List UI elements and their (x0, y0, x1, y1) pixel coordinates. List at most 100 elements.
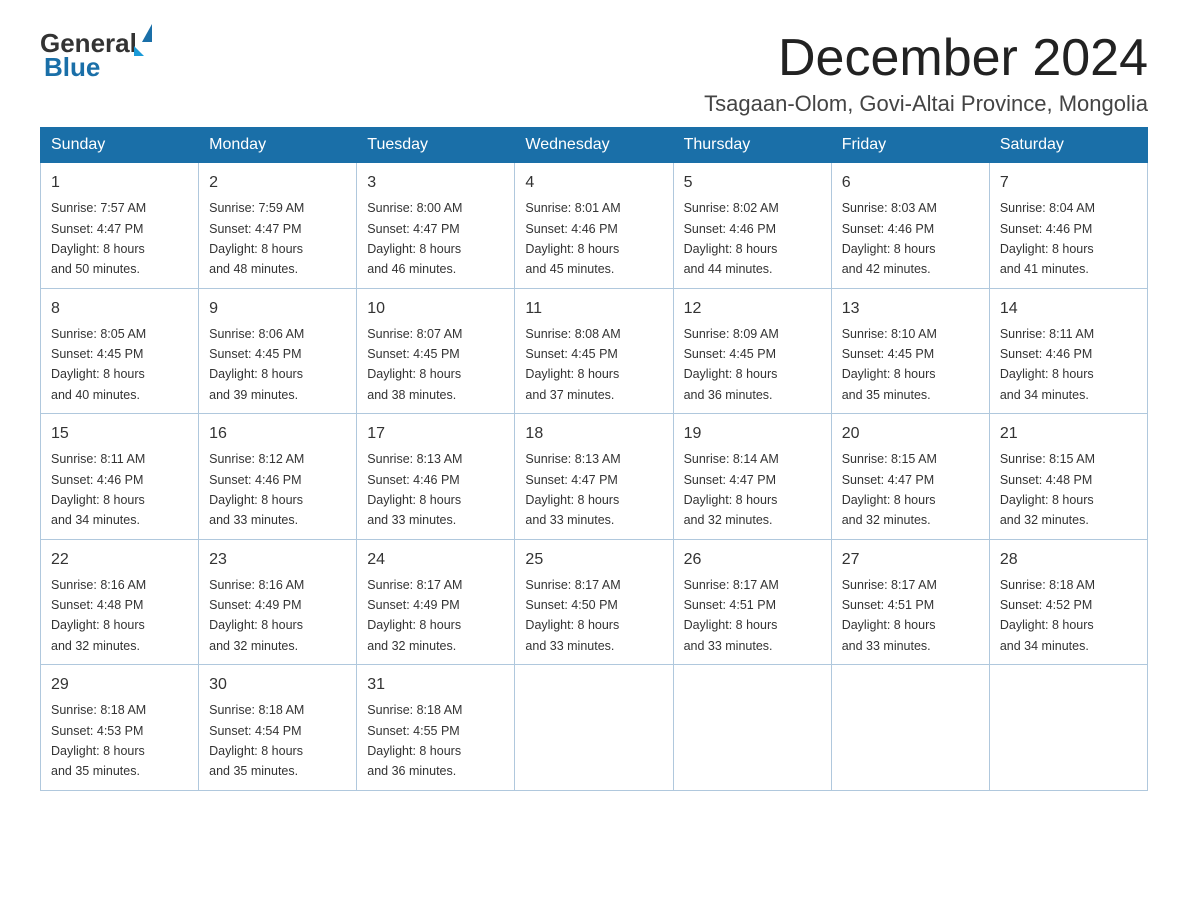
day-info: Sunrise: 8:17 AMSunset: 4:50 PMDaylight:… (525, 578, 620, 653)
day-number: 10 (367, 297, 504, 321)
calendar-cell: 20 Sunrise: 8:15 AMSunset: 4:47 PMDaylig… (831, 414, 989, 540)
day-number: 14 (1000, 297, 1137, 321)
day-number: 5 (684, 171, 821, 195)
day-info: Sunrise: 8:10 AMSunset: 4:45 PMDaylight:… (842, 327, 937, 402)
col-tuesday: Tuesday (357, 128, 515, 163)
col-thursday: Thursday (673, 128, 831, 163)
day-number: 18 (525, 422, 662, 446)
day-number: 17 (367, 422, 504, 446)
calendar-cell: 12 Sunrise: 8:09 AMSunset: 4:45 PMDaylig… (673, 288, 831, 414)
day-info: Sunrise: 8:16 AMSunset: 4:49 PMDaylight:… (209, 578, 304, 653)
day-info: Sunrise: 8:11 AMSunset: 4:46 PMDaylight:… (51, 452, 145, 527)
day-number: 4 (525, 171, 662, 195)
calendar-cell: 17 Sunrise: 8:13 AMSunset: 4:46 PMDaylig… (357, 414, 515, 540)
day-info: Sunrise: 8:09 AMSunset: 4:45 PMDaylight:… (684, 327, 779, 402)
calendar-cell: 21 Sunrise: 8:15 AMSunset: 4:48 PMDaylig… (989, 414, 1147, 540)
col-wednesday: Wednesday (515, 128, 673, 163)
day-number: 27 (842, 548, 979, 572)
day-number: 11 (525, 297, 662, 321)
day-info: Sunrise: 8:15 AMSunset: 4:47 PMDaylight:… (842, 452, 937, 527)
day-info: Sunrise: 7:59 AMSunset: 4:47 PMDaylight:… (209, 201, 304, 276)
day-number: 20 (842, 422, 979, 446)
logo-blue-text: Blue (44, 52, 100, 83)
calendar-cell (515, 665, 673, 791)
calendar-week-4: 22 Sunrise: 8:16 AMSunset: 4:48 PMDaylig… (41, 539, 1148, 665)
day-info: Sunrise: 8:18 AMSunset: 4:52 PMDaylight:… (1000, 578, 1095, 653)
day-info: Sunrise: 8:08 AMSunset: 4:45 PMDaylight:… (525, 327, 620, 402)
calendar-cell: 19 Sunrise: 8:14 AMSunset: 4:47 PMDaylig… (673, 414, 831, 540)
calendar-cell: 5 Sunrise: 8:02 AMSunset: 4:46 PMDayligh… (673, 163, 831, 289)
col-monday: Monday (199, 128, 357, 163)
calendar-cell: 16 Sunrise: 8:12 AMSunset: 4:46 PMDaylig… (199, 414, 357, 540)
title-area: December 2024 Tsagaan-Olom, Govi-Altai P… (704, 30, 1148, 117)
day-number: 21 (1000, 422, 1137, 446)
calendar-cell: 10 Sunrise: 8:07 AMSunset: 4:45 PMDaylig… (357, 288, 515, 414)
day-info: Sunrise: 8:13 AMSunset: 4:47 PMDaylight:… (525, 452, 620, 527)
calendar-cell: 3 Sunrise: 8:00 AMSunset: 4:47 PMDayligh… (357, 163, 515, 289)
logo-icon (140, 28, 152, 56)
day-number: 8 (51, 297, 188, 321)
day-info: Sunrise: 8:00 AMSunset: 4:47 PMDaylight:… (367, 201, 462, 276)
calendar-cell: 4 Sunrise: 8:01 AMSunset: 4:46 PMDayligh… (515, 163, 673, 289)
calendar-cell: 7 Sunrise: 8:04 AMSunset: 4:46 PMDayligh… (989, 163, 1147, 289)
calendar-cell: 26 Sunrise: 8:17 AMSunset: 4:51 PMDaylig… (673, 539, 831, 665)
day-info: Sunrise: 8:18 AMSunset: 4:53 PMDaylight:… (51, 703, 146, 778)
calendar-cell: 18 Sunrise: 8:13 AMSunset: 4:47 PMDaylig… (515, 414, 673, 540)
calendar-cell: 9 Sunrise: 8:06 AMSunset: 4:45 PMDayligh… (199, 288, 357, 414)
day-number: 31 (367, 673, 504, 697)
day-info: Sunrise: 8:17 AMSunset: 4:49 PMDaylight:… (367, 578, 462, 653)
calendar-cell: 30 Sunrise: 8:18 AMSunset: 4:54 PMDaylig… (199, 665, 357, 791)
calendar-cell: 24 Sunrise: 8:17 AMSunset: 4:49 PMDaylig… (357, 539, 515, 665)
day-number: 24 (367, 548, 504, 572)
day-number: 9 (209, 297, 346, 321)
day-number: 23 (209, 548, 346, 572)
calendar-cell: 28 Sunrise: 8:18 AMSunset: 4:52 PMDaylig… (989, 539, 1147, 665)
location-title: Tsagaan-Olom, Govi-Altai Province, Mongo… (704, 91, 1148, 117)
calendar-week-5: 29 Sunrise: 8:18 AMSunset: 4:53 PMDaylig… (41, 665, 1148, 791)
calendar-cell: 15 Sunrise: 8:11 AMSunset: 4:46 PMDaylig… (41, 414, 199, 540)
calendar-cell: 2 Sunrise: 7:59 AMSunset: 4:47 PMDayligh… (199, 163, 357, 289)
day-info: Sunrise: 8:13 AMSunset: 4:46 PMDaylight:… (367, 452, 462, 527)
calendar-cell: 23 Sunrise: 8:16 AMSunset: 4:49 PMDaylig… (199, 539, 357, 665)
day-info: Sunrise: 8:17 AMSunset: 4:51 PMDaylight:… (842, 578, 937, 653)
day-number: 15 (51, 422, 188, 446)
day-info: Sunrise: 8:05 AMSunset: 4:45 PMDaylight:… (51, 327, 146, 402)
day-info: Sunrise: 7:57 AMSunset: 4:47 PMDaylight:… (51, 201, 146, 276)
day-info: Sunrise: 8:06 AMSunset: 4:45 PMDaylight:… (209, 327, 304, 402)
day-info: Sunrise: 8:01 AMSunset: 4:46 PMDaylight:… (525, 201, 620, 276)
day-number: 19 (684, 422, 821, 446)
calendar-cell: 11 Sunrise: 8:08 AMSunset: 4:45 PMDaylig… (515, 288, 673, 414)
day-number: 28 (1000, 548, 1137, 572)
day-number: 6 (842, 171, 979, 195)
day-info: Sunrise: 8:11 AMSunset: 4:46 PMDaylight:… (1000, 327, 1094, 402)
day-number: 25 (525, 548, 662, 572)
calendar-cell: 1 Sunrise: 7:57 AMSunset: 4:47 PMDayligh… (41, 163, 199, 289)
calendar-cell: 6 Sunrise: 8:03 AMSunset: 4:46 PMDayligh… (831, 163, 989, 289)
calendar-cell: 22 Sunrise: 8:16 AMSunset: 4:48 PMDaylig… (41, 539, 199, 665)
calendar-cell: 29 Sunrise: 8:18 AMSunset: 4:53 PMDaylig… (41, 665, 199, 791)
day-number: 2 (209, 171, 346, 195)
calendar-week-1: 1 Sunrise: 7:57 AMSunset: 4:47 PMDayligh… (41, 163, 1148, 289)
day-number: 30 (209, 673, 346, 697)
calendar-cell (673, 665, 831, 791)
calendar-cell: 8 Sunrise: 8:05 AMSunset: 4:45 PMDayligh… (41, 288, 199, 414)
day-info: Sunrise: 8:17 AMSunset: 4:51 PMDaylight:… (684, 578, 779, 653)
col-sunday: Sunday (41, 128, 199, 163)
calendar-cell (989, 665, 1147, 791)
day-number: 1 (51, 171, 188, 195)
day-number: 7 (1000, 171, 1137, 195)
day-info: Sunrise: 8:18 AMSunset: 4:55 PMDaylight:… (367, 703, 462, 778)
page-header: General Blue December 2024 Tsagaan-Olom,… (40, 30, 1148, 117)
day-number: 12 (684, 297, 821, 321)
day-number: 26 (684, 548, 821, 572)
calendar-week-2: 8 Sunrise: 8:05 AMSunset: 4:45 PMDayligh… (41, 288, 1148, 414)
day-info: Sunrise: 8:04 AMSunset: 4:46 PMDaylight:… (1000, 201, 1095, 276)
header-row: Sunday Monday Tuesday Wednesday Thursday… (41, 128, 1148, 163)
day-info: Sunrise: 8:12 AMSunset: 4:46 PMDaylight:… (209, 452, 304, 527)
calendar-week-3: 15 Sunrise: 8:11 AMSunset: 4:46 PMDaylig… (41, 414, 1148, 540)
day-info: Sunrise: 8:14 AMSunset: 4:47 PMDaylight:… (684, 452, 779, 527)
day-info: Sunrise: 8:07 AMSunset: 4:45 PMDaylight:… (367, 327, 462, 402)
calendar-cell: 25 Sunrise: 8:17 AMSunset: 4:50 PMDaylig… (515, 539, 673, 665)
day-number: 3 (367, 171, 504, 195)
day-info: Sunrise: 8:03 AMSunset: 4:46 PMDaylight:… (842, 201, 937, 276)
